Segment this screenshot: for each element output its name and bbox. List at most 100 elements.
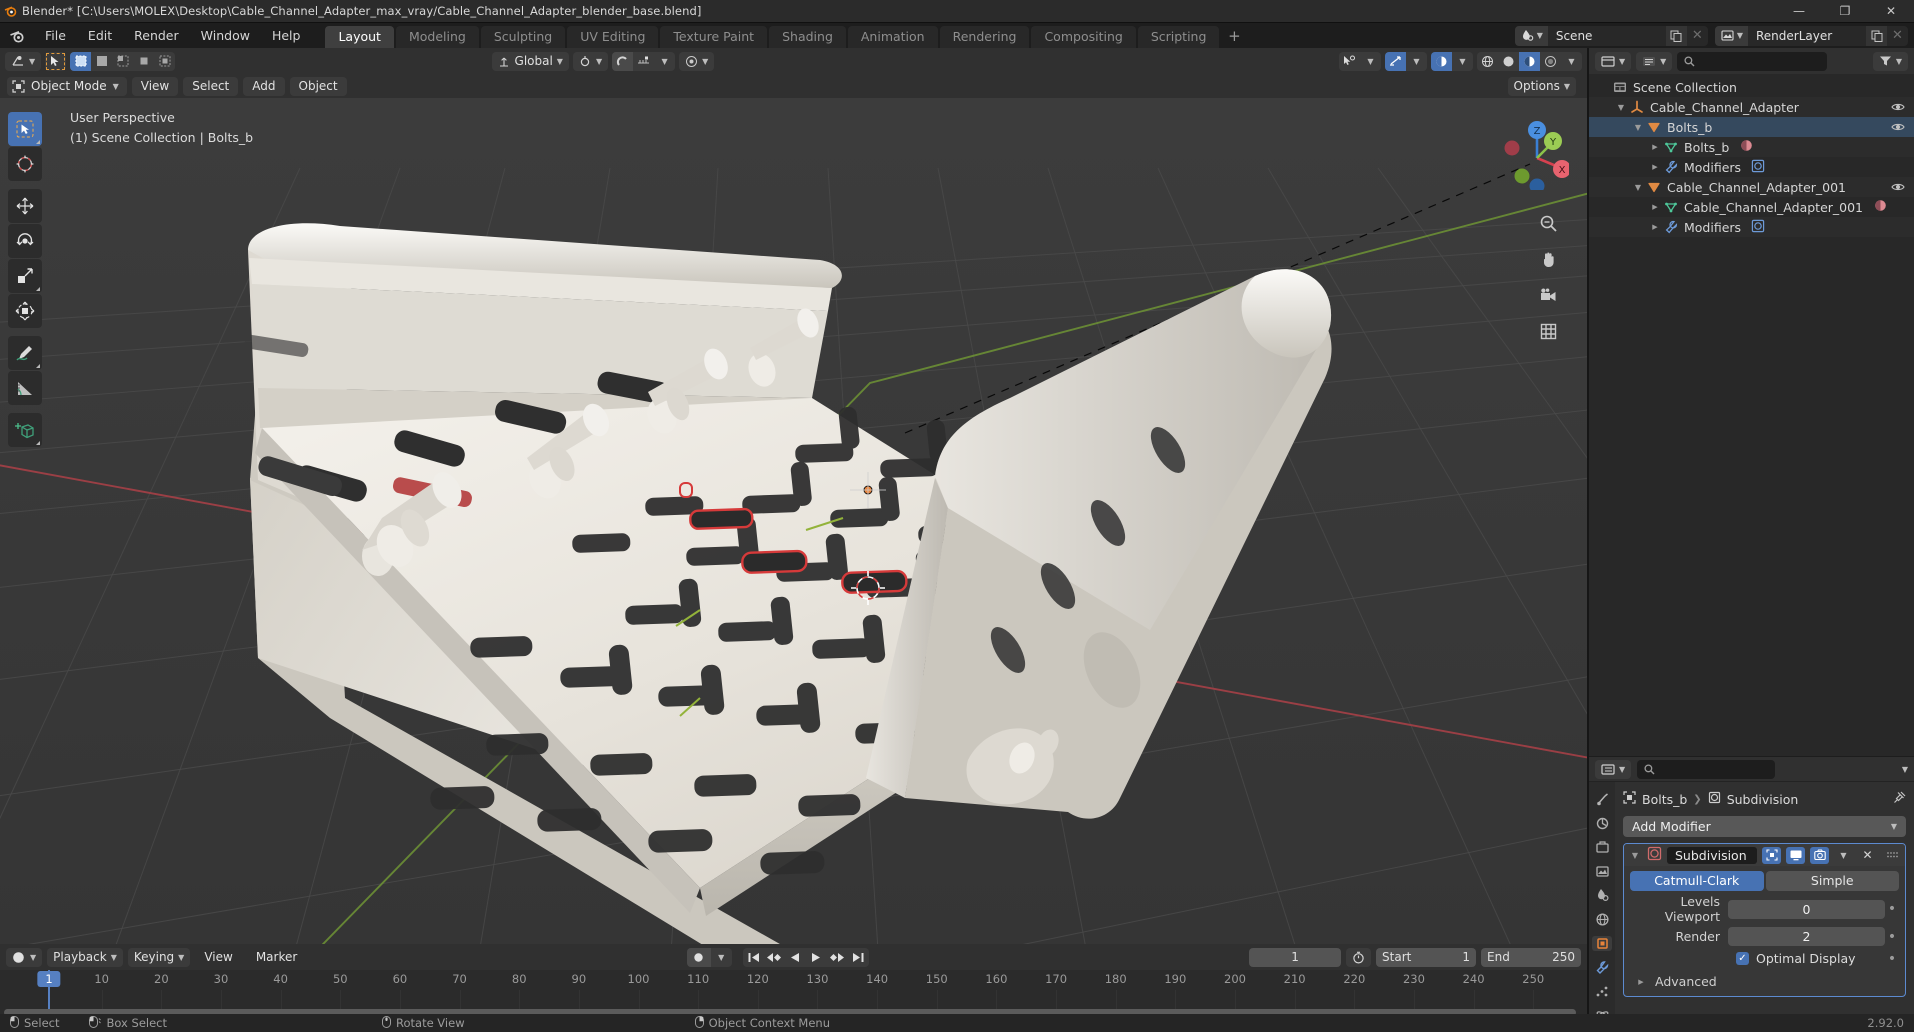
- tab-render-properties[interactable]: [1592, 816, 1612, 831]
- properties-search-field[interactable]: [1637, 759, 1776, 779]
- 3d-viewport[interactable]: User Perspective (1) Scene Collection | …: [0, 98, 1587, 944]
- snap-magnet-icon[interactable]: [612, 51, 634, 71]
- select-intersect-icon[interactable]: [154, 52, 175, 71]
- outliner-row-label[interactable]: Scene Collection: [1633, 80, 1737, 95]
- viewport-overlays-toggle[interactable]: ▼: [1385, 51, 1427, 71]
- hide-in-viewport-icon[interactable]: [1891, 180, 1905, 197]
- new-viewlayer-icon[interactable]: [1866, 25, 1887, 46]
- tab-world-properties[interactable]: [1592, 912, 1612, 927]
- viewport-menu-view[interactable]: View: [131, 76, 179, 96]
- object-mode-selector[interactable]: Object Mode ▼: [7, 76, 127, 96]
- chevron-down-icon[interactable]: ▼: [1452, 52, 1473, 71]
- viewport-options-button[interactable]: Options ▼: [1507, 76, 1576, 96]
- viewlayer-field[interactable]: ▼ RenderLayer ✕: [1714, 25, 1908, 46]
- outliner-row-modifiers[interactable]: ▶ Modifiers: [1589, 157, 1914, 177]
- timeline-menu-marker[interactable]: Marker: [247, 948, 306, 967]
- tab-texture-paint[interactable]: Texture Paint: [660, 26, 768, 48]
- select-invert-icon[interactable]: [133, 52, 154, 71]
- outliner-row-label[interactable]: Modifiers: [1684, 160, 1741, 175]
- use-preview-range-button[interactable]: [1346, 947, 1372, 967]
- frame-start-field[interactable]: Start 1: [1376, 947, 1477, 967]
- viewlayer-icon[interactable]: ▼: [1714, 25, 1748, 46]
- chevron-down-icon[interactable]: ▼: [1902, 765, 1908, 774]
- viewport-menu-object[interactable]: Object: [289, 76, 347, 96]
- pin-icon[interactable]: [1893, 791, 1906, 807]
- snap-increment-icon[interactable]: [633, 52, 654, 71]
- properties-editor-type[interactable]: ▼: [1595, 759, 1632, 779]
- record-icon[interactable]: [686, 947, 711, 967]
- tab-sculpting[interactable]: Sculpting: [480, 26, 566, 48]
- expand-triangle-icon[interactable]: ▶: [1634, 978, 1648, 986]
- outliner-filter-button[interactable]: ▼: [1872, 51, 1908, 71]
- outliner-display-mode[interactable]: ▼: [1636, 51, 1673, 71]
- outliner-row-bolts-b[interactable]: ▶ Bolts_b: [1589, 137, 1914, 157]
- select-set-icon[interactable]: [70, 51, 92, 71]
- toggle-orthographic-icon[interactable]: [1535, 318, 1561, 344]
- material-icon[interactable]: [1873, 198, 1888, 216]
- animate-property-icon[interactable]: •: [1885, 902, 1899, 916]
- show-in-render-icon[interactable]: [1810, 846, 1829, 864]
- outliner-row-scene-collection[interactable]: Scene Collection: [1589, 77, 1914, 97]
- chevron-down-icon[interactable]: ▼: [711, 948, 732, 967]
- pan-hand-icon[interactable]: [1535, 246, 1561, 272]
- viewport-menu-add[interactable]: Add: [243, 76, 285, 96]
- outliner-row-label[interactable]: Cable_Channel_Adapter_001: [1667, 180, 1846, 195]
- outliner-row-label[interactable]: Cable_Channel_Adapter: [1650, 100, 1799, 115]
- tab-uv-editing[interactable]: UV Editing: [567, 26, 659, 48]
- tab-scene-properties[interactable]: [1592, 888, 1612, 903]
- outliner-search-field[interactable]: [1677, 51, 1828, 71]
- breadcrumb-modifier-label[interactable]: Subdivision: [1727, 792, 1799, 807]
- jump-to-start-button[interactable]: [743, 948, 764, 967]
- shading-material-icon[interactable]: [1519, 51, 1540, 71]
- scene-icon[interactable]: ▼: [1514, 25, 1548, 46]
- rotate-tool[interactable]: [8, 224, 42, 258]
- show-gizmo-icon[interactable]: [1339, 52, 1360, 71]
- next-keyframe-button[interactable]: [827, 948, 848, 967]
- tab-view-layer-properties[interactable]: [1592, 864, 1612, 879]
- viewport-gizmo-toggle[interactable]: ▼: [1339, 51, 1381, 71]
- overlays-icon[interactable]: [1385, 51, 1406, 71]
- scene-field[interactable]: ▼ Scene ✕: [1514, 25, 1708, 46]
- play-reverse-button[interactable]: [785, 948, 806, 967]
- transform-tool[interactable]: [8, 294, 42, 328]
- expand-triangle-icon[interactable]: ▶: [1648, 143, 1662, 151]
- snap-target-button[interactable]: ▼: [572, 51, 609, 71]
- remove-viewlayer-icon[interactable]: ✕: [1887, 26, 1908, 46]
- animate-property-icon[interactable]: •: [1885, 952, 1899, 966]
- outliner-row-cable-channel-adapter[interactable]: ▼ Cable_Channel_Adapter: [1589, 97, 1914, 117]
- tab-layout[interactable]: Layout: [325, 26, 394, 48]
- timeline-body[interactable]: 10 20 30 40 50 60 70 80 90 100 110 120 130 140 150 160 1…: [0, 970, 1587, 1014]
- menu-window[interactable]: Window: [190, 23, 261, 48]
- delete-modifier-icon[interactable]: ✕: [1858, 847, 1877, 864]
- tab-scripting[interactable]: Scripting: [1137, 26, 1220, 48]
- transform-orientation-button[interactable]: Global ▼: [491, 51, 569, 71]
- expand-triangle-icon[interactable]: ▶: [1648, 203, 1662, 211]
- add-workspace-button[interactable]: +: [1221, 26, 1247, 48]
- active-tool-button[interactable]: [45, 51, 67, 71]
- shading-solid-icon[interactable]: [1498, 52, 1519, 71]
- hide-in-viewport-icon[interactable]: [1891, 120, 1905, 137]
- outliner-row-modifiers[interactable]: ▶ Modifiers: [1589, 217, 1914, 237]
- tab-rendering[interactable]: Rendering: [939, 26, 1030, 48]
- viewport-menu-select[interactable]: Select: [183, 76, 239, 96]
- expand-triangle-icon[interactable]: ▶: [1648, 223, 1662, 231]
- zoom-icon[interactable]: [1535, 210, 1561, 236]
- play-button[interactable]: [806, 948, 827, 967]
- show-in-edit-mode-icon[interactable]: [1762, 846, 1781, 864]
- camera-view-icon[interactable]: [1535, 282, 1561, 308]
- outliner-row-cable-channel-adapter-001[interactable]: ▼ Cable_Channel_Adapter_001: [1589, 177, 1914, 197]
- select-subtract-icon[interactable]: [112, 52, 133, 71]
- show-in-viewport-icon[interactable]: [1786, 846, 1805, 864]
- expand-triangle-icon[interactable]: ▼: [1614, 103, 1628, 112]
- annotate-tool[interactable]: [8, 336, 42, 370]
- menu-render[interactable]: Render: [123, 23, 190, 48]
- proportional-editing-button[interactable]: ▼: [679, 51, 715, 71]
- modifier-icon[interactable]: [1751, 219, 1765, 236]
- tab-output-properties[interactable]: [1592, 840, 1612, 855]
- expand-triangle-icon[interactable]: ▶: [1648, 163, 1662, 171]
- outliner-row-bolts-b[interactable]: ▼ Bolts_b: [1589, 117, 1914, 137]
- tab-compositing[interactable]: Compositing: [1031, 26, 1136, 48]
- close-button[interactable]: ✕: [1868, 0, 1914, 23]
- scale-tool[interactable]: [8, 259, 42, 293]
- viewlayer-name[interactable]: RenderLayer: [1748, 29, 1866, 43]
